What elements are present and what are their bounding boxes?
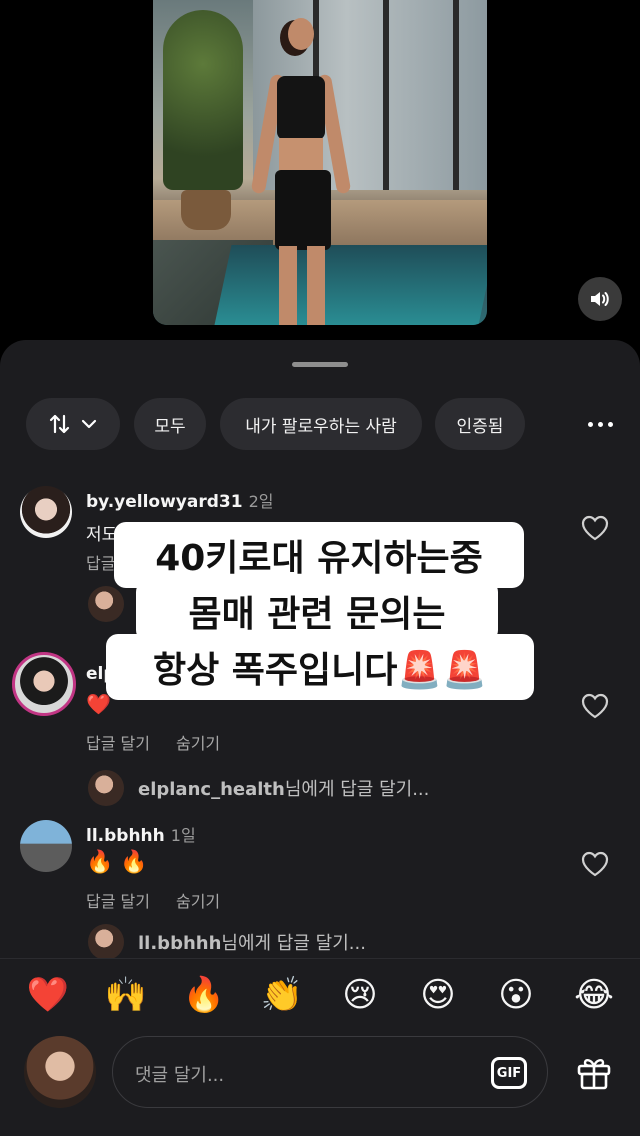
reply-link[interactable]: 답글 달기 xyxy=(86,730,150,754)
filter-chip-label: 인증됨 xyxy=(456,416,504,437)
reply-prompt-username: ll.bbhhh xyxy=(138,933,222,954)
reply-prompt-row[interactable]: ll.bbhhh님에게 답글 달기... xyxy=(88,922,366,962)
sound-toggle-button[interactable] xyxy=(578,277,622,321)
heart-icon[interactable] xyxy=(580,692,610,720)
heart-icon[interactable] xyxy=(580,514,610,542)
speaker-icon xyxy=(591,292,609,306)
caption-line: 항상 폭주입니다🚨🚨 xyxy=(106,634,534,700)
comment-input[interactable]: 댓글 달기... GIF xyxy=(112,1036,548,1108)
comment-username[interactable]: ll.bbhhh 1일 xyxy=(86,822,196,846)
video-player[interactable] xyxy=(153,0,487,325)
reply-prompt-text: ll.bbhhh님에게 답글 달기... xyxy=(138,929,366,955)
reply-link[interactable]: 답글 달기 xyxy=(86,888,150,912)
filter-chip-following[interactable]: 내가 팔로우하는 사람 xyxy=(220,398,422,450)
gift-icon[interactable] xyxy=(574,1052,614,1092)
caption-line: 40키로대 유지하는중 xyxy=(114,522,524,588)
filter-chip-verified[interactable]: 인증됨 xyxy=(435,398,525,450)
comment-text: ❤️ xyxy=(86,692,111,716)
chevron-down-icon xyxy=(81,419,97,429)
more-dot-icon xyxy=(597,421,603,427)
reply-prompt-text: elplanc_health님에게 답글 달기... xyxy=(138,775,429,801)
video-area xyxy=(0,0,640,345)
emoji-laughing[interactable]: 😂 xyxy=(572,973,616,1017)
avatar[interactable] xyxy=(20,820,72,872)
reply-prompt-suffix: 님에게 답글 달기... xyxy=(284,779,430,800)
comment-actions: 답글 xyxy=(86,550,115,574)
comment-input-placeholder: 댓글 달기... xyxy=(135,1065,225,1086)
username-text: ll.bbhhh xyxy=(86,826,165,846)
video-pot xyxy=(181,190,231,230)
more-options-button[interactable] xyxy=(580,408,620,440)
my-avatar[interactable] xyxy=(24,1036,96,1108)
comment-age: 1일 xyxy=(170,826,196,845)
gif-icon: GIF xyxy=(496,1065,522,1081)
comment-actions: 답글 달기 숨기기 xyxy=(86,730,220,754)
filter-chip-all[interactable]: 모두 xyxy=(134,398,206,450)
avatar[interactable] xyxy=(20,486,72,538)
reply-prompt-row[interactable] xyxy=(88,584,138,624)
emoji-surprised[interactable]: 😮 xyxy=(494,973,538,1017)
quick-reaction-bar: ❤️ 🙌 🔥 👏 😢 😍 😮 😂 xyxy=(0,958,640,1028)
emoji-crying[interactable]: 😢 xyxy=(338,973,382,1017)
emoji-heart[interactable]: ❤️ xyxy=(26,973,70,1017)
reply-prompt-row[interactable]: elplanc_health님에게 답글 달기... xyxy=(88,768,429,808)
reply-link[interactable]: 답글 xyxy=(86,550,115,574)
comment-text: 🔥 🔥 xyxy=(86,850,148,875)
emoji-heart-eyes[interactable]: 😍 xyxy=(416,973,460,1017)
video-person xyxy=(250,18,352,325)
avatar xyxy=(88,770,124,806)
filter-bar: 모두 내가 팔로우하는 사람 인증됨 xyxy=(26,398,640,450)
emoji-fire[interactable]: 🔥 xyxy=(182,973,226,1017)
comment-input-bar: 댓글 달기... GIF xyxy=(0,1028,640,1136)
reply-prompt-suffix: 님에게 답글 달기... xyxy=(221,933,366,954)
emoji-raising-hands[interactable]: 🙌 xyxy=(104,973,148,1017)
more-dot-icon xyxy=(587,421,593,427)
filter-chip-label: 내가 팔로우하는 사람 xyxy=(245,416,397,437)
hide-link[interactable]: 숨기기 xyxy=(176,730,220,754)
sort-button[interactable] xyxy=(26,398,120,450)
filter-chip-label: 모두 xyxy=(154,416,186,437)
comment-actions: 답글 달기 숨기기 xyxy=(86,888,220,912)
more-dot-icon xyxy=(607,421,613,427)
caption-line: 몸매 관련 문의는 xyxy=(136,580,498,642)
video-plant xyxy=(163,10,243,190)
comment-age: 2일 xyxy=(248,492,274,511)
avatar xyxy=(88,924,124,960)
hide-link[interactable]: 숨기기 xyxy=(176,888,220,912)
sort-arrows-icon xyxy=(49,414,70,434)
heart-icon[interactable] xyxy=(580,850,610,878)
comment-username[interactable]: by.yellowyard31 2일 xyxy=(86,488,273,512)
avatar-with-story-ring[interactable] xyxy=(12,652,76,716)
emoji-clapping[interactable]: 👏 xyxy=(260,973,304,1017)
username-text: by.yellowyard31 xyxy=(86,492,243,512)
avatar xyxy=(88,586,124,622)
gif-button[interactable]: GIF xyxy=(491,1057,527,1089)
reply-prompt-username: elplanc_health xyxy=(138,779,285,800)
sheet-drag-handle[interactable] xyxy=(292,362,348,367)
